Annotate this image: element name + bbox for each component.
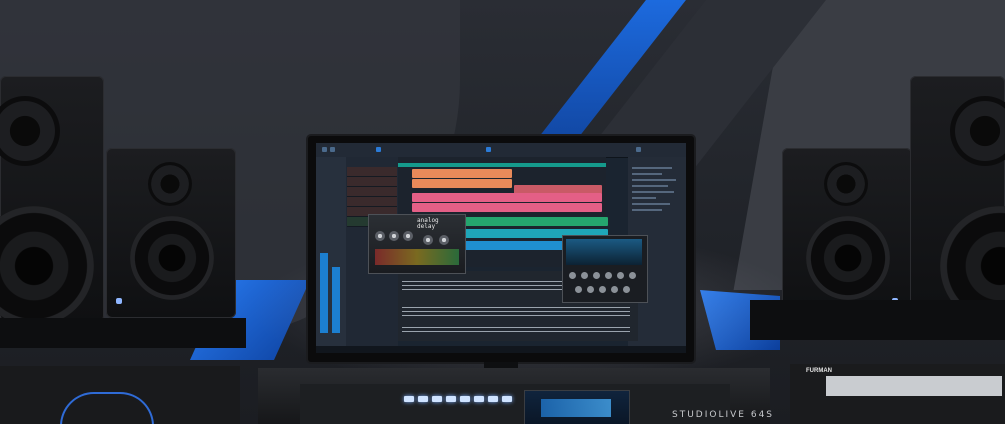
inspector-panel xyxy=(316,157,346,353)
speaker-left-small xyxy=(106,148,236,318)
eq-knob xyxy=(605,272,612,279)
console-button xyxy=(502,396,512,402)
console-button xyxy=(418,396,428,402)
eq-knob xyxy=(587,286,594,293)
audio-clip xyxy=(412,169,512,178)
console-surface xyxy=(300,384,730,424)
tweeter xyxy=(950,96,1005,166)
audio-clip xyxy=(412,179,512,188)
plugin-display xyxy=(375,249,459,265)
console-button xyxy=(460,396,470,402)
staff-line xyxy=(402,311,630,312)
toolbar-tool-icon xyxy=(376,147,381,152)
eq-knob xyxy=(611,286,618,293)
staff-line xyxy=(402,327,630,328)
console-button xyxy=(432,396,442,402)
plugin-title-line2: delay xyxy=(417,223,436,230)
plugin-title: analog delay xyxy=(417,218,439,230)
audio-clip xyxy=(412,193,602,202)
eq-plugin xyxy=(562,235,648,303)
track-header xyxy=(347,167,397,177)
daw-screen: analog delay xyxy=(316,143,686,353)
browser-item xyxy=(632,203,670,205)
speaker-stand-left xyxy=(0,318,246,348)
delay-knob xyxy=(375,231,385,241)
toolbar-tool-icon xyxy=(486,147,491,152)
browser-item xyxy=(632,185,668,187)
speaker-right-large xyxy=(910,76,1005,326)
eq-graph xyxy=(566,239,642,265)
eq-knob xyxy=(569,272,576,279)
console-touchscreen xyxy=(524,390,630,424)
power-conditioner-panel xyxy=(826,376,1002,396)
console-button xyxy=(488,396,498,402)
console-meter xyxy=(541,399,611,417)
track-header xyxy=(347,177,397,187)
browser-item xyxy=(632,179,676,181)
console-button xyxy=(404,396,414,402)
channel-fader xyxy=(320,253,328,333)
speaker-logo xyxy=(116,298,122,304)
eq-knob xyxy=(629,272,636,279)
console-button xyxy=(474,396,484,402)
track-header xyxy=(347,197,397,207)
audio-clip xyxy=(412,203,602,212)
speaker-stand-right xyxy=(750,300,1005,340)
browser-item xyxy=(632,209,662,211)
delay-knob xyxy=(389,231,399,241)
browser-item xyxy=(632,197,656,199)
analog-delay-plugin: analog delay xyxy=(368,214,466,274)
toolbar-tool-icon xyxy=(330,147,335,152)
console-button xyxy=(446,396,456,402)
woofer xyxy=(130,216,214,300)
tweeter xyxy=(148,162,192,206)
staff-line xyxy=(402,307,630,308)
timeline-ruler xyxy=(398,163,606,167)
eq-knob xyxy=(593,272,600,279)
eq-knob xyxy=(575,286,582,293)
delay-knob xyxy=(439,235,449,245)
tweeter xyxy=(0,96,60,166)
daw-toolbar xyxy=(316,143,686,158)
woofer xyxy=(0,206,94,326)
rack-brand-label: FURMAN xyxy=(806,368,832,374)
delay-knob xyxy=(423,235,433,245)
studio-scene: analog delay STUDIOLIVE 64S FURMAN xyxy=(0,0,1005,424)
toolbar-tool-icon xyxy=(636,147,641,152)
toolbar-tool-icon xyxy=(322,147,327,152)
browser-item xyxy=(632,191,674,193)
delay-knob xyxy=(403,231,413,241)
track-header xyxy=(347,187,397,197)
speaker-left-large xyxy=(0,76,104,326)
tweeter xyxy=(824,162,868,206)
eq-knob xyxy=(617,272,624,279)
browser-item xyxy=(632,167,672,169)
eq-knob xyxy=(623,286,630,293)
eq-knob xyxy=(599,286,606,293)
eq-knob xyxy=(581,272,588,279)
staff-line xyxy=(402,315,630,316)
console-label: STUDIOLIVE 64S xyxy=(672,410,775,420)
speaker-right-small xyxy=(782,148,912,318)
daw-transport-bar xyxy=(316,346,686,353)
channel-fader xyxy=(332,267,340,333)
browser-item xyxy=(632,173,662,175)
staff-line xyxy=(402,331,630,332)
woofer xyxy=(806,216,890,300)
